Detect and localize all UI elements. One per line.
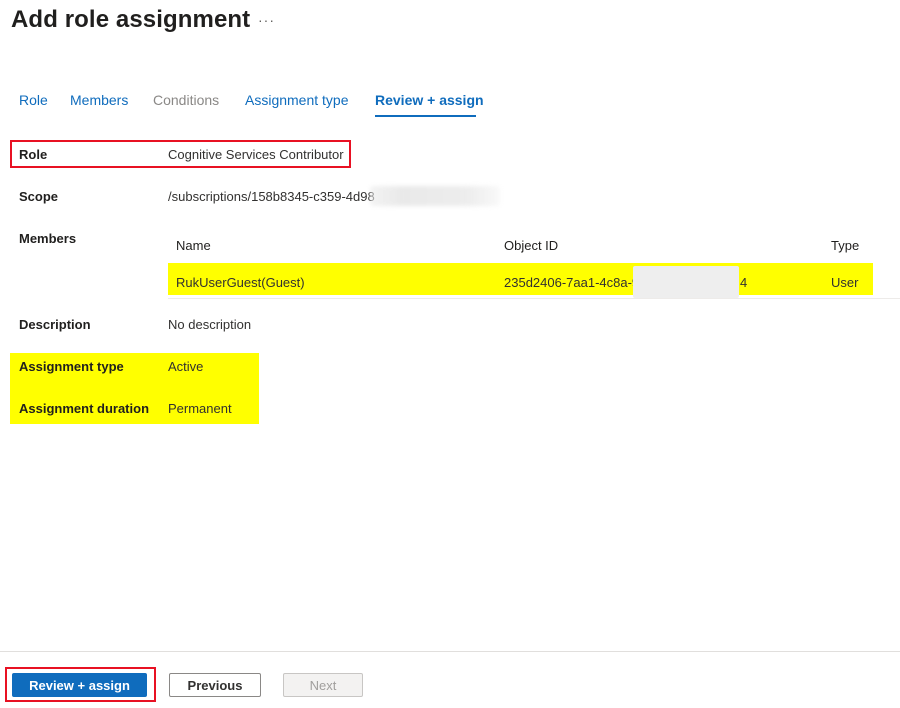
role-label: Role (19, 147, 48, 162)
assignment-duration-value: Permanent (168, 401, 232, 416)
assignment-duration-label: Assignment duration (19, 401, 150, 416)
member-object-id-suffix: 4 (740, 275, 748, 290)
assignment-type-value: Active (168, 359, 204, 374)
member-object-id: 235d2406-7aa1-4c8a-9 (504, 275, 639, 290)
column-header-type: Type (831, 238, 860, 253)
page-title: Add role assignment (11, 6, 251, 33)
column-header-object-id: Object ID (504, 238, 559, 253)
active-tab-indicator (375, 115, 476, 117)
redaction-blur (370, 186, 500, 206)
tab-role[interactable]: Role (19, 92, 48, 108)
next-button: Next (283, 673, 363, 697)
scope-value: /subscriptions/158b8345-c359-4d98 (168, 189, 375, 204)
members-label: Members (19, 231, 77, 246)
description-label: Description (19, 317, 91, 332)
tab-members[interactable]: Members (70, 92, 128, 108)
more-horizontal-icon[interactable]: ··· (258, 12, 275, 28)
member-type: User (831, 275, 859, 290)
description-value: No description (168, 317, 252, 332)
row-divider (168, 298, 900, 299)
member-name: RukUserGuest(Guest) (176, 275, 305, 290)
role-value: Cognitive Services Contributor (168, 147, 344, 162)
review-assign-button[interactable]: Review + assign (12, 673, 147, 697)
column-header-name: Name (176, 238, 211, 253)
scope-label: Scope (19, 189, 59, 204)
footer-divider (0, 651, 900, 652)
tab-assignment-type[interactable]: Assignment type (245, 92, 349, 108)
member-object-id-prefix: 235d2406-7aa1-4c8a-9 (504, 275, 640, 290)
object-id-redaction (633, 266, 739, 298)
add-role-assignment-page: Add role assignment ··· Role Members Con… (0, 0, 900, 708)
assignment-type-label: Assignment type (19, 359, 124, 374)
previous-button[interactable]: Previous (169, 673, 261, 697)
tab-conditions: Conditions (153, 92, 220, 108)
tab-review-assign[interactable]: Review + assign (375, 92, 484, 108)
